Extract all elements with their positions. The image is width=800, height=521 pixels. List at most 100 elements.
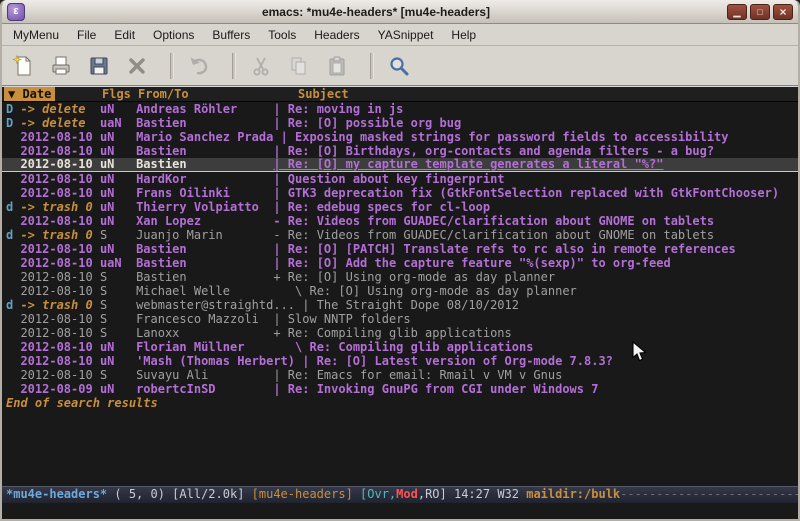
mode-line-segment: Mod (396, 487, 418, 501)
message-row[interactable]: D -> delete uaN Bastien | Re: [O] possib… (2, 116, 798, 130)
message-date: 2012-08-10 (20, 326, 99, 340)
mark-indicator (6, 326, 20, 340)
column-subject[interactable]: Subject (298, 87, 349, 101)
paste-icon (322, 51, 352, 81)
message-row[interactable]: 2012-08-10 uN Bastien | Re: [O] Birthday… (2, 144, 798, 158)
message-row[interactable]: 2012-08-10 S Francesco Mazzoli | Slow NN… (2, 312, 798, 326)
message-subject: | Re: Invoking GnuPG from CGI under Wind… (273, 382, 798, 396)
message-from: Bastien (136, 256, 273, 270)
column-from-to[interactable]: From/To (138, 87, 189, 101)
message-row[interactable]: 2012-08-10 uaN Bastien | Re: [O] Add the… (2, 256, 798, 270)
menu-item-help[interactable]: Help (442, 25, 485, 45)
menu-item-yasnippet[interactable]: YASnippet (369, 25, 443, 45)
message-row[interactable]: d -> trash 0 S webmaster@straightd... | … (2, 298, 798, 312)
message-flags: uN (100, 200, 136, 214)
message-flags: uaN (100, 116, 136, 130)
message-subject: | Re: Emacs for email: Rmail v VM v Gnus (273, 368, 798, 382)
minimize-button[interactable] (727, 4, 747, 20)
message-row[interactable]: d -> trash 0 S Juanjo Marin - Re: Videos… (2, 228, 798, 242)
message-row[interactable]: 2012-08-10 uN 'Mash (Thomas Herbert) | R… (2, 354, 798, 368)
message-subject: | Re: moving in js (273, 102, 798, 116)
close-buffer-icon[interactable] (122, 51, 152, 81)
message-from: Bastien (136, 116, 273, 130)
message-date: 2012-08-10 (20, 214, 99, 228)
message-row[interactable]: d -> trash 0 uN Thierry Volpiatto | Re: … (2, 200, 798, 214)
mode-line-segment: [Ovr, (360, 487, 396, 501)
column-flgs[interactable]: Flgs (102, 87, 131, 101)
message-flags: S (100, 368, 136, 382)
message-subject: | Exposing masked strings for password f… (281, 130, 798, 144)
mark-indicator (6, 354, 20, 368)
search-icon[interactable] (384, 51, 414, 81)
mark-indicator (6, 242, 20, 256)
sort-column-date[interactable]: ▼ Date (4, 87, 55, 101)
menu-item-mymenu[interactable]: MyMenu (4, 25, 68, 45)
message-row[interactable]: 2012-08-10 uN Mario Sanchez Prada | Expo… (2, 130, 798, 144)
message-from: Mario Sanchez Prada (136, 130, 281, 144)
message-row[interactable]: 2012-08-09 uN robertcInSD | Re: Invoking… (2, 382, 798, 396)
mark-indicator (6, 186, 20, 200)
message-flags: uN (100, 186, 136, 200)
title-bar[interactable]: emacs: *mu4e-headers* [mu4e-headers] (2, 0, 798, 24)
message-subject: \ Re: [O] Using org-mode as day planner (273, 284, 798, 298)
mode-line[interactable]: *mu4e-headers* ( 5, 0) [All/2.0k] [mu4e-… (2, 486, 798, 503)
message-row[interactable]: 2012-08-10 uN HardKor | Question about k… (2, 172, 798, 186)
message-from: Lanoxx (136, 326, 273, 340)
message-from: webmaster@straightd... (136, 298, 302, 312)
save-file-icon[interactable] (84, 51, 114, 81)
message-row[interactable]: D -> delete uN Andreas Röhler | Re: movi… (2, 102, 798, 116)
message-flags: S (100, 228, 136, 242)
echo-area[interactable] (2, 503, 798, 519)
open-file-icon[interactable] (46, 51, 76, 81)
window-controls (727, 4, 793, 20)
message-row[interactable]: 2012-08-10 S Suvayu Ali | Re: Emacs for … (2, 368, 798, 382)
buffer-empty-space (2, 410, 798, 486)
maximize-button[interactable] (750, 4, 770, 20)
message-row[interactable]: 2012-08-10 uN Frans Oilinki | GTK3 depre… (2, 186, 798, 200)
message-row[interactable]: 2012-08-10 S Lanoxx + Re: Compiling glib… (2, 326, 798, 340)
mode-line-segment: 14:27 W32 (447, 487, 526, 501)
message-flags: uN (100, 354, 136, 368)
message-from: Andreas Röhler (136, 102, 273, 116)
menu-item-headers[interactable]: Headers (305, 25, 368, 45)
menu-item-file[interactable]: File (68, 25, 105, 45)
menu-item-buffers[interactable]: Buffers (203, 25, 259, 45)
message-subject: | Slow NNTP folders (273, 312, 798, 326)
message-flags: uN (100, 340, 136, 354)
message-flags: S (100, 312, 136, 326)
message-row[interactable]: 2012-08-10 uN Bastien | Re: [O] my captu… (2, 158, 798, 172)
mark-indicator (6, 312, 20, 326)
mode-line-segment: ----------------------------------------… (620, 487, 798, 501)
message-row[interactable]: 2012-08-10 S Michael Welle \ Re: [O] Usi… (2, 284, 798, 298)
close-button[interactable] (773, 4, 793, 20)
message-flags: S (100, 284, 136, 298)
mark-action: -> trash 0 (20, 228, 99, 242)
message-from: 'Mash (Thomas Herbert) (136, 354, 302, 368)
mark-indicator: d (6, 228, 20, 242)
window-title: emacs: *mu4e-headers* [mu4e-headers] (25, 5, 727, 19)
new-file-icon[interactable] (8, 51, 38, 81)
message-row[interactable]: 2012-08-10 uN Bastien | Re: [O] [PATCH] … (2, 242, 798, 256)
menu-item-tools[interactable]: Tools (259, 25, 305, 45)
toolbar (2, 46, 798, 86)
mark-indicator (6, 368, 20, 382)
message-flags: uN (100, 214, 136, 228)
mu4e-headers-buffer[interactable]: ▼ Date Flgs From/To Subject D -> delete … (2, 86, 798, 486)
undo-icon (184, 51, 214, 81)
message-flags: uN (100, 130, 136, 144)
message-row[interactable]: 2012-08-10 uN Florian Müllner \ Re: Comp… (2, 340, 798, 354)
message-flags: uN (100, 172, 136, 186)
mark-indicator (6, 214, 20, 228)
mark-indicator (6, 340, 20, 354)
message-date: 2012-08-09 (20, 382, 99, 396)
menu-item-edit[interactable]: Edit (105, 25, 144, 45)
message-row[interactable]: 2012-08-10 uN Xan Lopez - Re: Videos fro… (2, 214, 798, 228)
mark-action: -> trash 0 (20, 298, 99, 312)
message-from: Florian Müllner (136, 340, 273, 354)
mark-indicator (6, 382, 20, 396)
menu-item-options[interactable]: Options (144, 25, 203, 45)
message-row[interactable]: 2012-08-10 S Bastien + Re: [O] Using org… (2, 270, 798, 284)
message-date: 2012-08-10 (20, 242, 99, 256)
message-date: 2012-08-10 (20, 340, 99, 354)
message-from: Bastien (136, 144, 273, 158)
